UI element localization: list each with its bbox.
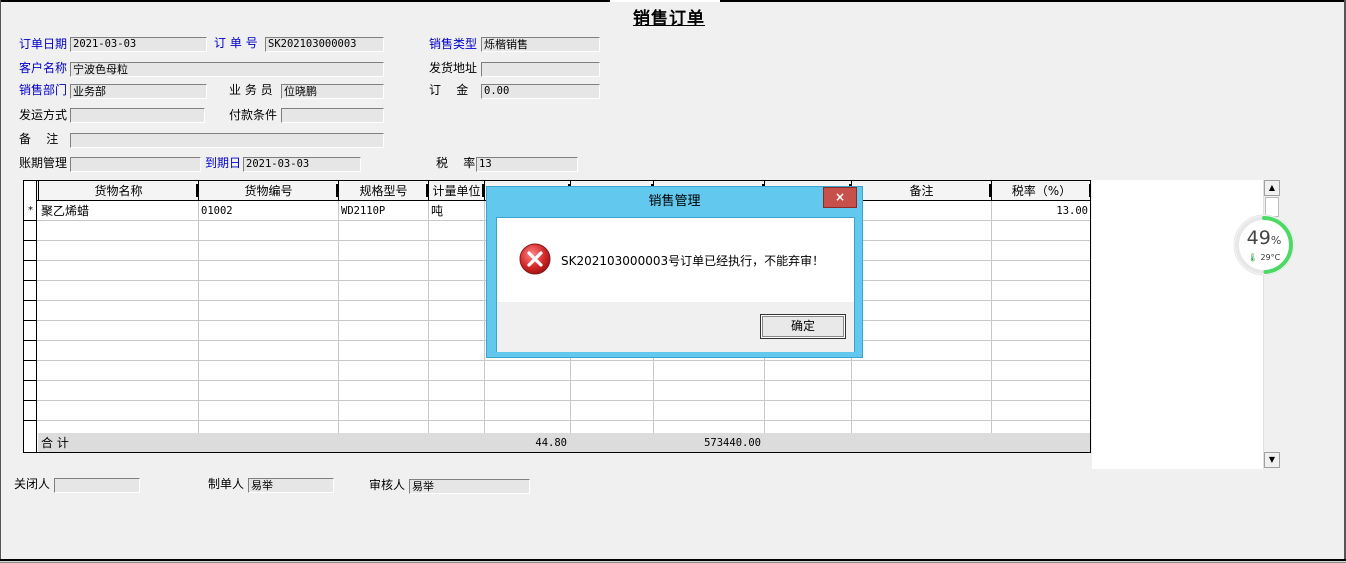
- payment-terms-field[interactable]: [281, 108, 384, 123]
- account-period-field[interactable]: [70, 157, 201, 172]
- grid-header-name[interactable]: 货物名称: [38, 181, 198, 201]
- row-selector[interactable]: [24, 341, 37, 361]
- total-amount: 573440.00: [704, 437, 761, 449]
- table-row[interactable]: [24, 361, 1090, 381]
- due-date-label: 到期日: [205, 156, 242, 170]
- grid-header-unit-label: 计量单位: [432, 184, 481, 198]
- grid-header-spec[interactable]: 规格型号: [338, 181, 428, 201]
- total-label: 合 计: [41, 436, 69, 450]
- window-bottom-border: [0, 559, 1346, 563]
- row-selector[interactable]: [24, 401, 37, 421]
- title-gap: [610, 0, 720, 2]
- closer-label: 关闭人: [14, 477, 51, 491]
- row-selector[interactable]: [24, 281, 37, 301]
- ship-method-field[interactable]: [70, 108, 205, 123]
- ship-method-label: 发运方式: [19, 108, 68, 122]
- gauge-percent-unit: %: [1270, 234, 1282, 247]
- grid-header-remarks-label: 备注: [909, 184, 934, 198]
- remarks-field[interactable]: [70, 133, 384, 148]
- ship-address-field[interactable]: [481, 62, 600, 77]
- tax-rate-field[interactable]: 13: [476, 157, 578, 172]
- grid-header-spec-label: 规格型号: [359, 184, 408, 198]
- gauge-temperature-value: 29°C: [1260, 253, 1281, 262]
- cell-product-name[interactable]: 聚乙烯蜡: [38, 201, 198, 221]
- grid-header-name-label: 货物名称: [94, 184, 143, 198]
- row-selector[interactable]: [24, 361, 37, 381]
- dialog-title: 销售管理: [648, 194, 701, 209]
- gauge-temperature: 🌡 29°C: [1232, 253, 1296, 262]
- grid-header-code[interactable]: 货物编号: [198, 181, 338, 201]
- error-icon: [519, 243, 551, 275]
- row-selector[interactable]: [24, 261, 37, 281]
- row-selector[interactable]: [24, 321, 37, 341]
- sales-type-field[interactable]: 烁楷销售: [481, 37, 600, 52]
- order-no-label: 订 单 号: [214, 36, 258, 50]
- account-period-label: 账期管理: [19, 156, 68, 170]
- ok-button[interactable]: 确定: [760, 314, 846, 339]
- message-dialog: 销售管理 × SK202103000003号订单已经执行，不能弃审！ 确定: [486, 186, 863, 358]
- customer-field[interactable]: 宁波色母粒: [70, 62, 384, 77]
- sales-type-label: 销售类型: [429, 37, 478, 51]
- salesman-label: 业 务 员: [229, 83, 273, 97]
- salesman-field[interactable]: 位晓鹏: [281, 84, 384, 99]
- customer-label: 客户名称: [19, 61, 68, 75]
- cell-tax-rate[interactable]: 13.00: [991, 201, 1090, 221]
- cell-unit[interactable]: 吨: [428, 201, 484, 221]
- row-selector[interactable]: *: [24, 201, 37, 221]
- order-date-field[interactable]: 2021-03-03: [70, 37, 207, 52]
- payment-terms-label: 付款条件: [229, 108, 278, 122]
- deposit-label: 订 金: [429, 83, 469, 97]
- remarks-label: 备 注: [19, 132, 59, 146]
- cell-spec[interactable]: WD2110P: [338, 201, 428, 221]
- creator-label: 制单人: [208, 477, 245, 491]
- creator-field[interactable]: 易举: [248, 478, 334, 493]
- cell-product-code[interactable]: 01002: [198, 201, 338, 221]
- grid-header-remarks[interactable]: 备注: [851, 181, 991, 201]
- tax-rate-label: 税 率: [436, 156, 476, 170]
- grid-header-code-label: 货物编号: [244, 184, 293, 198]
- grid-header-tax[interactable]: 税率（%）: [991, 181, 1090, 201]
- total-quantity: 44.80: [535, 437, 567, 449]
- scroll-up-icon[interactable]: ▲: [1264, 180, 1280, 196]
- reviewer-field[interactable]: 易举: [409, 479, 530, 494]
- deposit-field[interactable]: 0.00: [481, 84, 600, 99]
- dialog-message: SK202103000003号订单已经执行，不能弃审！: [561, 254, 825, 268]
- page-title: 销售订单: [633, 9, 705, 29]
- grid-header-unit[interactable]: 计量单位: [428, 181, 484, 201]
- due-date-field[interactable]: 2021-03-03: [243, 157, 361, 172]
- order-no-field[interactable]: SK202103000003: [265, 37, 384, 52]
- row-selector[interactable]: [24, 301, 37, 321]
- row-selector[interactable]: [24, 241, 37, 261]
- row-selector[interactable]: [24, 381, 37, 401]
- dialog-body: SK202103000003号订单已经执行，不能弃审！ 确定: [496, 217, 855, 352]
- table-row[interactable]: [24, 401, 1090, 421]
- thermometer-icon: 🌡: [1247, 253, 1258, 262]
- close-icon[interactable]: ×: [823, 187, 857, 208]
- gauge-percent: 49%: [1232, 227, 1296, 249]
- closer-field[interactable]: [54, 478, 140, 493]
- table-row[interactable]: [24, 381, 1090, 401]
- window-left-border: [0, 0, 1, 563]
- reviewer-label: 审核人: [369, 478, 406, 492]
- memory-gauge-widget[interactable]: 49% 🌡 29°C: [1232, 213, 1296, 277]
- gauge-percent-value: 49: [1246, 227, 1271, 249]
- order-date-label: 订单日期: [19, 37, 68, 51]
- scroll-down-icon[interactable]: ▼: [1264, 452, 1280, 468]
- sales-dept-label: 销售部门: [19, 83, 68, 97]
- sales-dept-field[interactable]: 业务部: [70, 84, 207, 99]
- ship-address-label: 发货地址: [429, 61, 478, 75]
- row-selector[interactable]: [24, 221, 37, 241]
- grid-header-tax-label: 税率（%）: [1011, 184, 1072, 198]
